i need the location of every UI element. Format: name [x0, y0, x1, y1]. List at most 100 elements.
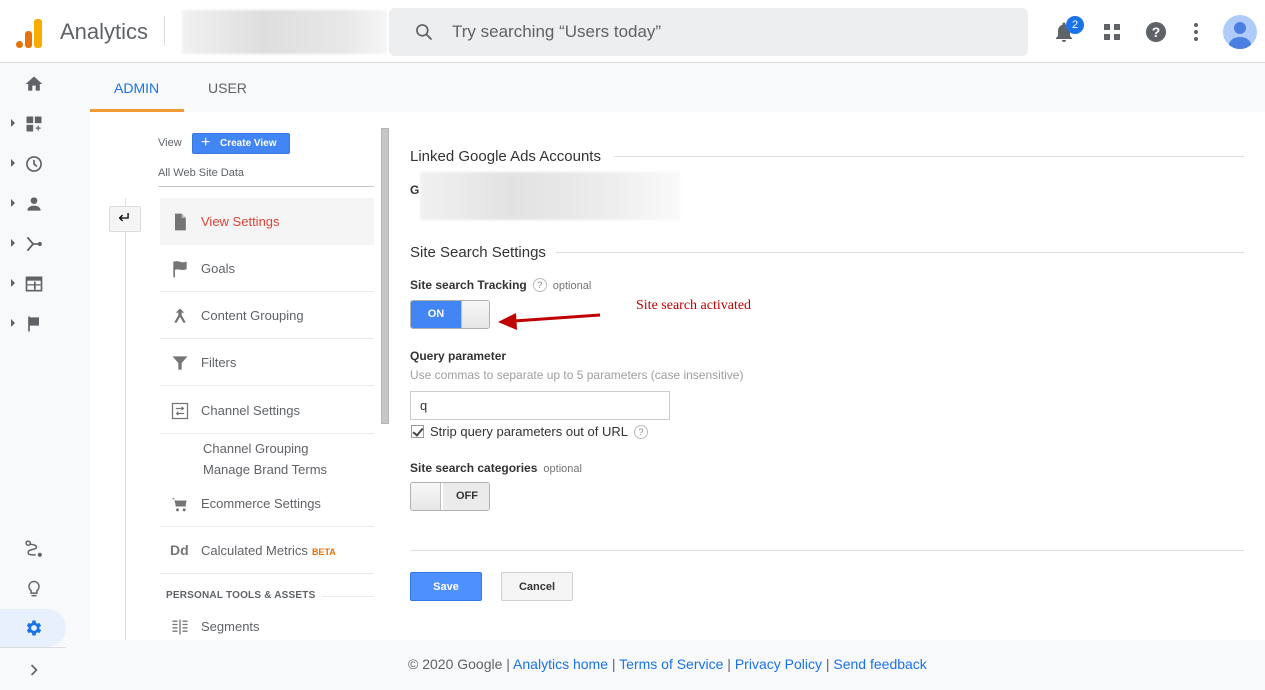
search-placeholder: Try searching “Users today” — [452, 22, 662, 41]
send-feedback-link[interactable]: Send feedback — [833, 656, 926, 672]
tracking-label: Site search Tracking? optional — [410, 278, 592, 292]
nav-conversions[interactable] — [0, 304, 68, 344]
nav-attribution[interactable] — [0, 529, 68, 569]
optional-label: optional — [552, 280, 592, 292]
account-selector-redacted[interactable] — [182, 10, 387, 54]
person-icon — [27, 197, 41, 211]
nav-acquisition[interactable] — [0, 224, 68, 264]
plus-icon: + — [201, 134, 211, 151]
clock-icon — [26, 156, 42, 172]
expand-caret-icon — [11, 199, 15, 207]
search-bar[interactable]: Try searching “Users today” — [389, 8, 1028, 56]
nav-customization[interactable] — [0, 104, 68, 144]
more-vert-icon[interactable] — [1184, 20, 1208, 44]
menu-view-settings[interactable]: View Settings — [160, 198, 374, 245]
expand-caret-icon — [11, 279, 15, 287]
divider — [410, 550, 1244, 551]
flag-icon — [173, 261, 187, 278]
nav-audience[interactable] — [0, 184, 68, 224]
attribution-icon — [25, 540, 42, 557]
nav-discover[interactable] — [0, 569, 68, 609]
expand-caret-icon — [11, 159, 15, 167]
account-avatar[interactable] — [1223, 15, 1257, 49]
apps-grid-icon[interactable] — [1100, 20, 1124, 44]
lightbulb-icon — [28, 580, 40, 597]
notification-count-badge: 2 — [1066, 16, 1084, 34]
person-avatar-icon — [1229, 22, 1251, 49]
divider — [614, 156, 1244, 157]
divider — [0, 647, 66, 648]
help-icon[interactable]: ? — [1144, 20, 1168, 44]
menu-channel-settings[interactable]: Channel Settings — [160, 387, 374, 434]
expand-nav-button[interactable] — [0, 650, 68, 690]
view-selector[interactable]: All Web Site Data — [158, 167, 244, 179]
create-view-label: Create View — [220, 138, 277, 149]
menu-goals[interactable]: Goals — [160, 245, 374, 292]
calculated-metrics-icon: Dd — [170, 542, 189, 558]
help-icon[interactable]: ? — [633, 425, 648, 439]
cancel-button[interactable]: Cancel — [501, 572, 573, 601]
divider — [556, 252, 1244, 253]
nav-realtime[interactable] — [0, 144, 68, 184]
collapse-column-button[interactable]: ↵ — [109, 206, 141, 232]
nav-admin[interactable] — [0, 608, 68, 648]
menu-calculated-metrics[interactable]: Dd Calculated Metrics BETA — [160, 527, 374, 574]
strip-query-params-checkbox[interactable] — [411, 425, 424, 438]
query-parameter-input[interactable] — [410, 391, 670, 420]
nav-behavior[interactable] — [0, 264, 68, 304]
menu-label: Goals — [201, 261, 235, 276]
channel-settings-icon — [171, 402, 189, 420]
chevron-right-icon — [30, 664, 38, 676]
menu-content-grouping[interactable]: Content Grouping — [160, 292, 374, 339]
annotation-text: Site search activated — [636, 298, 752, 313]
cart-icon — [171, 498, 187, 512]
flag-icon — [28, 316, 39, 332]
column-scrollbar[interactable] — [381, 128, 389, 424]
help-icon[interactable]: ? — [532, 278, 547, 292]
document-icon — [175, 213, 186, 231]
toggle-on-label: ON — [411, 301, 461, 328]
submenu-channel-grouping[interactable]: Channel Grouping — [203, 441, 309, 456]
save-button[interactable]: Save — [410, 572, 482, 601]
privacy-policy-link[interactable]: Privacy Policy — [735, 656, 822, 672]
menu-ecommerce-settings[interactable]: Ecommerce Settings — [160, 480, 374, 527]
analytics-home-link[interactable]: Analytics home — [513, 656, 608, 672]
expand-caret-icon — [11, 119, 15, 127]
left-navigation — [0, 64, 68, 689]
linked-ads-partial-text: G — [410, 183, 420, 197]
divider — [164, 16, 165, 46]
menu-label: Content Grouping — [201, 308, 304, 323]
view-label: View — [158, 137, 182, 149]
query-parameter-hint: Use commas to separate up to 5 parameter… — [410, 368, 744, 382]
tab-admin[interactable]: ADMIN — [114, 80, 159, 96]
home-icon — [25, 76, 43, 91]
expand-caret-icon — [11, 319, 15, 327]
menu-label: Calculated Metrics BETA — [201, 543, 336, 558]
acquisition-icon — [26, 236, 42, 252]
site-search-categories-toggle[interactable]: OFF — [410, 482, 490, 511]
site-search-tracking-toggle[interactable]: ON — [410, 300, 490, 329]
toggle-off-label: OFF — [443, 483, 489, 510]
top-bar: Analytics Try searching “Users today” 2 … — [0, 0, 1265, 63]
nav-home[interactable] — [0, 64, 68, 104]
copyright: © 2020 Google — [408, 656, 503, 672]
search-icon — [416, 24, 433, 41]
categories-label: Site search categories optional — [410, 461, 582, 475]
beta-badge: BETA — [311, 547, 336, 557]
divider — [158, 186, 374, 187]
footer: © 2020 Google | Analytics home | Terms o… — [408, 656, 927, 672]
filter-icon — [172, 356, 188, 370]
tab-user[interactable]: USER — [208, 80, 247, 96]
submenu-manage-brand-terms[interactable]: Manage Brand Terms — [203, 462, 327, 477]
linked-ads-heading: Linked Google Ads Accounts — [410, 148, 601, 165]
menu-label: Segments — [201, 619, 260, 634]
annotation-arrow-icon — [498, 313, 601, 330]
create-view-button[interactable]: + Create View — [192, 133, 290, 154]
terms-of-service-link[interactable]: Terms of Service — [619, 656, 723, 672]
site-search-heading: Site Search Settings — [410, 244, 546, 261]
svg-text:?: ? — [1152, 24, 1161, 40]
menu-segments[interactable]: Segments — [160, 603, 374, 650]
analytics-logo-icon[interactable] — [14, 16, 44, 48]
menu-filters[interactable]: Filters — [160, 339, 374, 386]
menu-label: Filters — [201, 355, 237, 370]
